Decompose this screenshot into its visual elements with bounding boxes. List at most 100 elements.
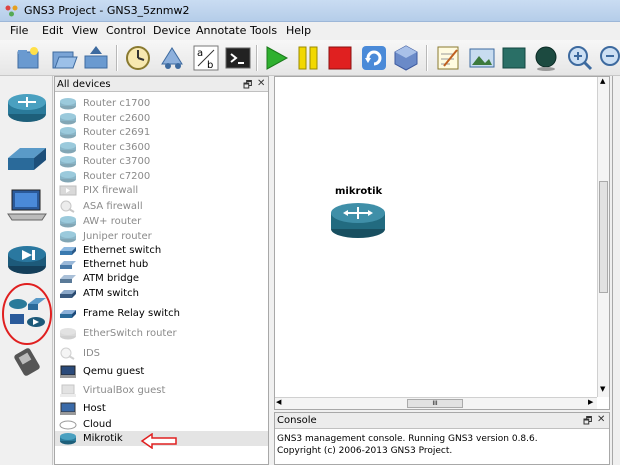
snapshot-clock-icon[interactable] — [124, 44, 152, 72]
ab-label-icon[interactable]: ab — [192, 44, 220, 72]
device-item[interactable]: Router c7200 — [55, 169, 268, 184]
end-devices-category-icon[interactable] — [6, 188, 48, 222]
cable-icon[interactable] — [6, 346, 48, 380]
asa-icon — [60, 200, 75, 213]
notepad-icon[interactable] — [434, 44, 462, 72]
menu-view[interactable]: View — [72, 24, 98, 37]
device-item[interactable]: ATM bridge — [55, 271, 268, 286]
console-close-button[interactable]: ✕ — [597, 414, 605, 425]
stop-icon[interactable] — [326, 44, 354, 72]
device-item[interactable]: Ethernet hub — [55, 257, 268, 272]
canvas-vertical-scrollbar[interactable]: ▲ ▼ — [597, 77, 609, 397]
menu-help[interactable]: Help — [286, 24, 311, 37]
device-item[interactable]: Router c2691 — [55, 125, 268, 140]
device-item[interactable]: Cloud — [55, 417, 268, 432]
router-icon — [60, 113, 76, 125]
window-title: GNS3 Project - GNS3_5znmw2 — [24, 4, 190, 17]
device-item[interactable]: AW+ router — [55, 214, 268, 229]
hscroll-left-arrow-icon[interactable]: ◀ — [276, 398, 281, 406]
console-line: Copyright (c) 2006-2013 GNS3 Project. — [277, 446, 453, 456]
device-item-label: ASA firewall — [83, 201, 143, 212]
menu-device[interactable]: Device — [153, 24, 191, 37]
device-item-label: AW+ router — [83, 216, 142, 227]
all-devices-panel: All devices 🗗 ✕ Router c1700 Router c2600… — [54, 76, 269, 465]
hscroll-right-arrow-icon[interactable]: ▶ — [588, 398, 593, 406]
device-item[interactable]: ATM switch — [55, 286, 268, 301]
vscroll-up-arrow-icon[interactable]: ▲ — [600, 77, 605, 85]
terminal-icon[interactable] — [224, 44, 252, 72]
save-icon[interactable] — [82, 44, 110, 72]
device-item[interactable]: Frame Relay switch — [55, 306, 268, 321]
menu-tools[interactable]: Tools — [250, 24, 277, 37]
rectangle-icon[interactable] — [500, 44, 528, 72]
switches-category-icon[interactable] — [6, 142, 48, 176]
zoom-in-icon[interactable] — [566, 44, 594, 72]
device-item[interactable]: Router c3700 — [55, 154, 268, 169]
svg-text:a: a — [197, 48, 203, 59]
security-devices-category-icon[interactable] — [6, 242, 48, 276]
device-item[interactable]: IDS — [55, 346, 268, 361]
device-item-label: Qemu guest — [83, 366, 145, 377]
router-icon — [60, 127, 76, 139]
device-item-label: ATM switch — [83, 288, 139, 299]
device-item[interactable]: EtherSwitch router — [55, 326, 268, 341]
device-item-label: Cloud — [83, 419, 112, 430]
router-icon — [60, 231, 76, 243]
device-item[interactable]: Router c2600 — [55, 111, 268, 126]
device-item-label: Router c2691 — [83, 127, 151, 138]
router-icon — [60, 156, 76, 168]
float-panel-button[interactable]: 🗗 — [243, 78, 252, 95]
frame-relay-icon — [60, 310, 76, 318]
ids-icon — [60, 347, 75, 360]
device-item[interactable]: Host — [55, 401, 268, 416]
menu-edit[interactable]: Edit — [42, 24, 63, 37]
ellipse-icon[interactable] — [532, 44, 560, 72]
device-item[interactable]: Ethernet switch — [55, 243, 268, 258]
menu-annotate[interactable]: Annotate — [196, 24, 246, 37]
device-item[interactable]: PIX firewall — [55, 183, 268, 198]
mikrotik-router-node[interactable] — [329, 201, 387, 239]
hscroll-thumb[interactable]: III — [407, 399, 463, 408]
new-project-icon[interactable] — [14, 44, 42, 72]
device-item-label: Router c2600 — [83, 113, 151, 124]
virtualbox-icon[interactable] — [392, 44, 420, 72]
network-topology-icon[interactable] — [158, 44, 186, 72]
router-icon — [60, 433, 76, 445]
routers-category-icon[interactable] — [6, 90, 48, 124]
zoom-out-icon[interactable] — [598, 44, 620, 72]
router-icon — [60, 216, 76, 228]
vscroll-down-arrow-icon[interactable]: ▼ — [600, 385, 605, 393]
device-item[interactable]: Qemu guest — [55, 364, 268, 379]
device-item-label: ATM bridge — [83, 273, 140, 284]
title-bar: GNS3 Project - GNS3_5znmw2 — [0, 0, 620, 22]
menu-bar: File Edit View Control Device Annotate T… — [0, 22, 620, 40]
device-item-label: Host — [83, 403, 106, 414]
reload-icon[interactable] — [360, 44, 388, 72]
canvas-horizontal-scrollbar[interactable]: III ◀ ▶ — [275, 397, 597, 409]
device-item[interactable]: Juniper router — [55, 229, 268, 244]
topology-canvas[interactable]: mikrotik ▲ ▼ III ◀ ▶ — [274, 76, 610, 410]
device-item-label: VirtualBox guest — [83, 385, 166, 396]
device-item[interactable]: ASA firewall — [55, 199, 268, 214]
menu-file[interactable]: File — [10, 24, 28, 37]
pause-icon[interactable] — [294, 44, 322, 72]
open-folder-icon[interactable] — [50, 44, 78, 72]
console-float-button[interactable]: 🗗 — [583, 414, 592, 431]
device-item-label: Juniper router — [83, 231, 152, 242]
hub-icon — [60, 261, 76, 269]
device-item[interactable]: Router c3600 — [55, 140, 268, 155]
device-item-label: Router c7200 — [83, 171, 151, 182]
close-panel-button[interactable]: ✕ — [257, 78, 265, 89]
atm-bridge-icon — [60, 275, 76, 283]
device-item-label: Mikrotik — [83, 433, 123, 444]
menu-control[interactable]: Control — [106, 24, 146, 37]
svg-text:b: b — [207, 60, 213, 71]
device-item[interactable]: Router c1700 — [55, 96, 268, 111]
qemu-icon — [60, 365, 76, 378]
device-category-strip — [0, 76, 53, 465]
main-toolbar: ab — [0, 40, 620, 76]
picture-icon[interactable] — [468, 44, 496, 72]
play-icon[interactable] — [262, 44, 290, 72]
device-item[interactable]: VirtualBox guest — [55, 383, 268, 398]
vscroll-thumb[interactable] — [599, 181, 608, 293]
